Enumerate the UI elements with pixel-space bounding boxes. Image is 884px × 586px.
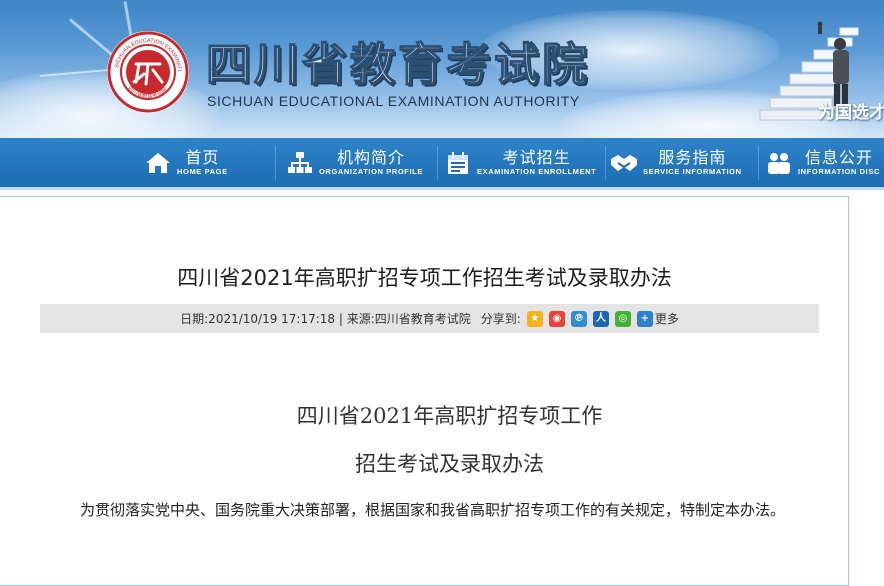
nav-sublabel: INFORMATION DISC [798, 166, 880, 176]
site-banner: SICHUAN EDUCATION EXAMINATION 四川省教育考试院 四… [0, 0, 884, 138]
plus-icon[interactable]: + [636, 310, 653, 327]
handshake-icon [609, 148, 639, 178]
renren-icon[interactable]: 人 [592, 310, 609, 327]
share-label: 分享到: [480, 312, 521, 326]
nav-item-organization[interactable]: 机构简介 ORGANIZATION PROFILE [285, 138, 423, 187]
nav-sublabel: HOME PAGE [177, 166, 228, 176]
share-more-link[interactable]: 更多 [655, 310, 679, 327]
calendar-icon [443, 148, 473, 178]
nav-sublabel: SERVICE INFORMATION [643, 166, 742, 176]
nav-item-service[interactable]: 服务指南 SERVICE INFORMATION [609, 138, 742, 187]
nav-label: 信息公开 [804, 147, 873, 167]
nav-item-home[interactable]: 首页 HOME PAGE [143, 138, 228, 187]
nav-item-enrollment[interactable]: 考试招生 EXAMINATION ENROLLMENT [443, 138, 596, 187]
nav-sublabel: ORGANIZATION PROFILE [319, 166, 423, 176]
document-title-line1: 四川省2021年高职扩招专项工作 [296, 404, 603, 428]
authority-logo: SICHUAN EDUCATION EXAMINATION 四川省教育考试院 [106, 30, 189, 113]
nav-divider [275, 146, 276, 180]
site-title: 四川省教育考试院 [205, 38, 591, 91]
main-nav: 首页 HOME PAGE 机构简介 ORGANIZATION PROFILE 考… [0, 138, 884, 187]
nav-underline [0, 187, 884, 190]
article-meta-bar: 日期:2021/10/19 17:17:18 | 来源:四川省教育考试院 分享到… [40, 304, 819, 333]
nav-divider [758, 146, 759, 180]
site-subtitle: SICHUAN EDUCATIONAL EXAMINATION AUTHORIT… [207, 93, 580, 109]
tencent-weibo-icon[interactable]: ℗ [570, 310, 587, 327]
qzone-icon[interactable]: ★ [526, 310, 543, 327]
org-chart-icon [285, 148, 315, 178]
nav-item-information[interactable]: 信息公开 INFORMATION DISC [764, 138, 880, 187]
nav-divider [437, 146, 438, 180]
nav-label: 考试招生 [502, 147, 571, 167]
document-title-line2: 招生考试及录取办法 [355, 452, 544, 476]
nav-label: 服务指南 [658, 147, 727, 167]
nav-label: 首页 [185, 147, 220, 167]
article-meta: 日期:2021/10/19 17:17:18 | 来源:四川省教育考试院 [180, 312, 471, 326]
home-icon [143, 148, 173, 178]
nav-sublabel: EXAMINATION ENROLLMENT [477, 166, 597, 176]
people-icon [764, 148, 794, 178]
wechat-icon[interactable]: ◎ [614, 310, 631, 327]
nav-divider [605, 146, 606, 180]
weibo-icon[interactable]: ◉ [548, 310, 565, 327]
article-title: 四川省2021年高职扩招专项工作招生考试及录取办法 [177, 266, 672, 290]
banner-slogan: 为国选才 [818, 103, 884, 123]
nav-label: 机构简介 [336, 147, 405, 167]
document-paragraph: 为贯彻落实党中央、国务院重大决策部署，根据国家和我省高职扩招专项工作的有关规定，… [80, 501, 786, 519]
